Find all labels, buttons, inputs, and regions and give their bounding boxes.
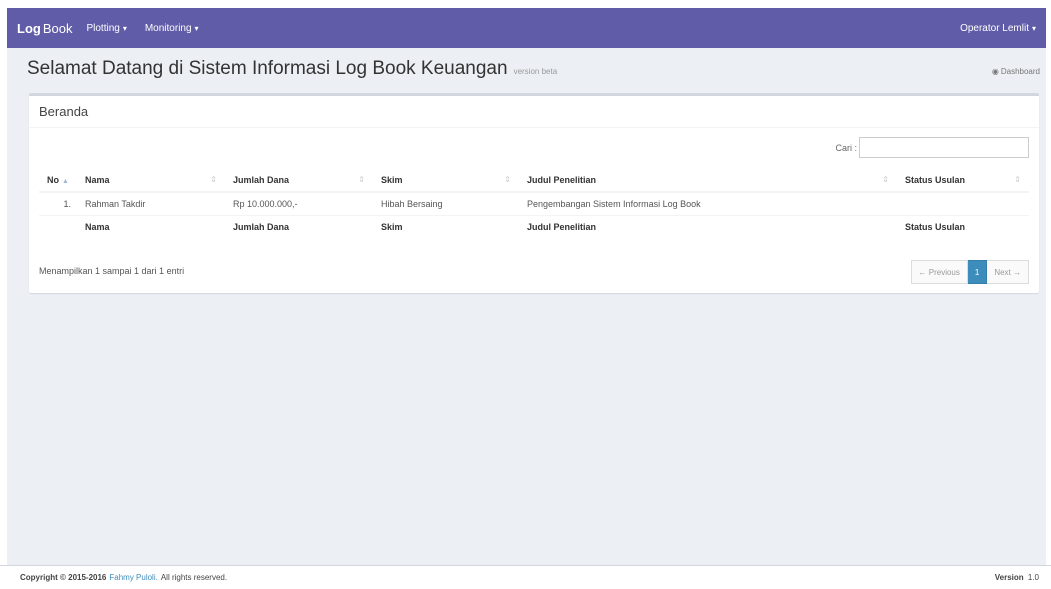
cell-skim: Hibah Bersaing [373,191,519,215]
search-label: Cari : [835,142,857,153]
content-box: Beranda Cari : No▲ Nama ⇕ Jumlah Dana ⇕ [29,93,1039,293]
column-label: Nama [85,175,110,185]
data-table: No ▲ Nama ⇕ Jumlah Dana ⇕ Skim ⇕ Judul Penel… [39,169,1029,238]
previous-button[interactable]: ← Previous [910,260,968,284]
table-header-row: No ▲ Nama ⇕ Jumlah Dana ⇕ Skim ⇕ Judul Penel… [39,169,1029,193]
footer-cell-judul: Judul Penelitian [519,214,897,238]
version-info: Version 1.0 [995,573,1039,582]
brand-rest: Book [42,20,73,36]
page-title: Selamat Datang di Sistem Informasi Log B… [27,58,508,79]
page-footer: Copyright © 2015-2016 Fahmy Puloli. All … [0,565,1051,589]
user-menu[interactable]: Operator Lemlit ▾ [960,23,1036,34]
column-header-status[interactable]: Status Usulan ⇕ [897,169,1029,193]
next-button[interactable]: Next → [987,260,1029,284]
brand-logo[interactable]: Log Book [17,21,72,36]
box-title: Beranda [39,104,89,119]
column-label: Status Usulan [905,175,966,185]
caret-down-icon: ▾ [194,23,199,33]
sort-asc-icon: ▲ [62,178,69,185]
column-header-nama[interactable]: Nama ⇕ [77,169,225,193]
rights-text: All rights reserved. [160,573,228,582]
caret-down-icon: ▾ [122,23,127,33]
column-label: Jumlah Dana [233,175,290,185]
version-label: Version [994,573,1024,582]
column-label: Skim [381,175,403,185]
footer-cell-status: Status Usulan [897,214,1029,238]
cell-jumlah-dana: Rp 10.000.000,- [225,191,373,215]
column-label: Judul Penelitian [527,175,597,185]
breadcrumb[interactable]: ◉ Dashboard [992,67,1040,76]
cell-no: 1. [39,191,77,215]
sort-icon: ⇕ [358,175,365,184]
column-header-no[interactable]: No ▲ [39,169,77,193]
nav-item-label: Plotting [86,22,120,34]
column-label: No [47,175,59,185]
table-search: Cari : [835,137,1029,158]
app-frame: Log Book Plotting ▾ Monitoring ▾ Operato… [7,8,1046,565]
sort-icon: ⇕ [504,175,511,184]
footer-cell-nama: Nama [77,214,225,238]
copyright-text: Copyright © 2015-2016 [20,573,107,582]
sort-icon: ⇕ [210,175,217,184]
table-info: Menampilkan 1 sampai 1 dari 1 entri [39,266,185,276]
nav-item-monitoring[interactable]: Monitoring ▾ [145,23,199,34]
cell-nama: Rahman Takdir [77,191,225,215]
nav-menu: Plotting ▾ Monitoring ▾ [86,23,216,34]
table-row: 1. Rahman Takdir Rp 10.000.000,- Hibah B… [39,191,1029,215]
sort-icon: ⇕ [882,175,889,184]
page-subtitle: version beta [513,67,558,76]
nav-item-label: Monitoring [144,22,192,34]
pagination: ← Previous 1 Next → [910,260,1029,284]
sort-icon: ⇕ [1014,175,1021,184]
column-header-skim[interactable]: Skim ⇕ [373,169,519,193]
cell-judul: Pengembangan Sistem Informasi Log Book [519,191,897,215]
author-link[interactable]: Fahmy Puloli. [109,573,157,582]
column-header-jumlah-dana[interactable]: Jumlah Dana ⇕ [225,169,373,193]
box-header: Beranda [29,96,1039,128]
table-footer-row: Nama Jumlah Dana Skim Judul Penelitian S… [39,214,1029,238]
top-navbar: Log Book Plotting ▾ Monitoring ▾ Operato… [7,8,1046,48]
footer-cell-skim: Skim [373,214,519,238]
brand-bold: Log [17,20,41,36]
search-input[interactable] [859,137,1029,158]
version-value: 1.0 [1027,573,1039,582]
footer-cell-jumlah-dana: Jumlah Dana [225,214,373,238]
footer-cell-no [39,214,77,238]
user-name: Operator Lemlit [960,22,1029,34]
page-button-1[interactable]: 1 [967,260,988,284]
column-header-judul[interactable]: Judul Penelitian ⇕ [519,169,897,193]
dashboard-icon: ◉ [991,67,999,76]
breadcrumb-label: Dashboard [1000,67,1040,76]
caret-down-icon: ▾ [1031,23,1036,33]
nav-item-plotting[interactable]: Plotting ▾ [86,23,126,34]
cell-status [897,191,1029,215]
content-header: Selamat Datang di Sistem Informasi Log B… [27,58,1040,86]
